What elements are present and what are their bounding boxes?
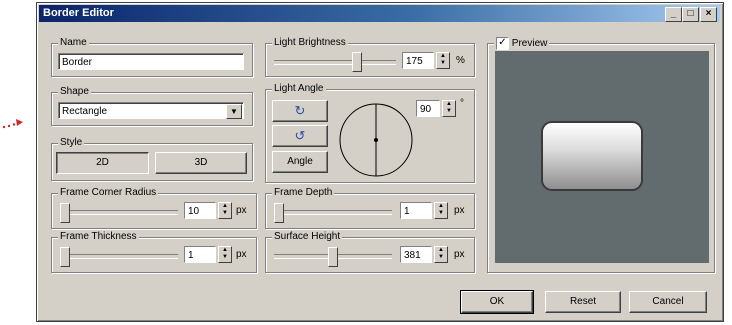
light-brightness-thumb[interactable] [352,52,362,72]
shape-group: Shape Rectangle ▼ [51,86,253,126]
preview-shape [543,123,641,189]
chevron-down-icon[interactable]: ▼ [226,104,242,119]
angle-button[interactable]: Angle [272,151,328,173]
light-brightness-label: Light Brightness [272,37,348,48]
frame-corner-radius-label: Frame Corner Radius [58,187,159,198]
title-bar[interactable]: Border Editor _ □ × [39,5,720,22]
light-brightness-unit: % [456,55,465,66]
surface-height-label: Surface Height [272,231,343,242]
name-label: Name [58,37,89,48]
name-input[interactable]: Border [58,53,244,70]
frame-thickness-track[interactable] [60,254,178,259]
surface-height-thumb[interactable] [328,247,338,267]
frame-thickness-thumb[interactable] [60,247,70,267]
rotate-counterclockwise-icon: ↺ [294,128,306,143]
surface-height-group: Surface Height 381 ▲ ▼ px [265,231,475,273]
close-button[interactable]: × [700,7,717,22]
cancel-button[interactable]: Cancel [629,291,707,313]
border-editor-window: Border Editor _ □ × Name Border Shape Re… [36,2,724,322]
rotate-clockwise-icon: ↻ [294,103,306,118]
light-brightness-input[interactable]: 175 [402,52,434,69]
frame-depth-unit: px [454,205,465,216]
frame-depth-label: Frame Depth [272,187,335,198]
light-angle-input[interactable]: 90 [416,100,440,117]
frame-thickness-spinner[interactable]: ▲ ▼ [218,246,232,263]
style-group: Style 2D 3D [51,137,253,181]
frame-thickness-unit: px [236,249,247,260]
name-group: Name Border [51,37,253,77]
style-label: Style [58,137,85,148]
surface-height-input[interactable]: 381 [400,246,432,263]
style-3d-button[interactable]: 3D [155,152,247,174]
light-brightness-group: Light Brightness 175 ▲ ▼ % [265,37,475,77]
frame-corner-radius-spinner[interactable]: ▲ ▼ [218,202,232,219]
frame-corner-radius-group: Frame Corner Radius 10 ▲ ▼ px [51,187,257,229]
window-title: Border Editor [43,7,114,19]
frame-depth-thumb[interactable] [274,203,284,223]
preview-legend: ✓ Preview [494,37,550,50]
light-angle-group: Light Angle ↻ ↺ Angle 90 ▲ ▼ ° [265,83,475,183]
frame-thickness-input[interactable]: 1 [184,246,216,263]
light-brightness-track[interactable] [274,60,396,65]
preview-label: Preview [511,38,548,49]
maximize-button[interactable]: □ [682,7,699,22]
light-angle-spinner[interactable]: ▲ ▼ [442,100,456,117]
frame-corner-radius-track[interactable] [60,210,178,215]
light-angle-label: Light Angle [272,83,326,94]
frame-corner-radius-input[interactable]: 10 [184,202,216,219]
angle-dial[interactable] [338,102,414,178]
frame-thickness-label: Frame Thickness [58,231,139,242]
frame-depth-track[interactable] [274,210,392,215]
preview-checkbox[interactable]: ✓ [496,37,509,50]
ok-button[interactable]: OK [460,290,534,314]
frame-depth-group: Frame Depth 1 ▲ ▼ px [265,187,475,229]
shape-select[interactable]: Rectangle ▼ [58,102,244,119]
surface-height-unit: px [454,249,465,260]
light-angle-unit: ° [460,98,464,109]
light-brightness-spinner[interactable]: ▲ ▼ [436,52,450,69]
frame-thickness-group: Frame Thickness 1 ▲ ▼ px [51,231,257,273]
frame-depth-spinner[interactable]: ▲ ▼ [434,202,448,219]
frame-corner-radius-unit: px [236,205,247,216]
reset-button[interactable]: Reset [545,291,621,313]
pointer-arrow-icon [2,119,23,129]
style-2d-button[interactable]: 2D [56,152,149,174]
rotate-counterclockwise-button[interactable]: ↺ [272,125,328,147]
frame-depth-input[interactable]: 1 [400,202,432,219]
rotate-clockwise-button[interactable]: ↻ [272,100,328,122]
shape-label: Shape [58,86,91,97]
frame-corner-radius-thumb[interactable] [60,203,70,223]
shape-select-value: Rectangle [62,106,108,117]
minimize-button[interactable]: _ [665,7,682,22]
surface-height-spinner[interactable]: ▲ ▼ [434,246,448,263]
